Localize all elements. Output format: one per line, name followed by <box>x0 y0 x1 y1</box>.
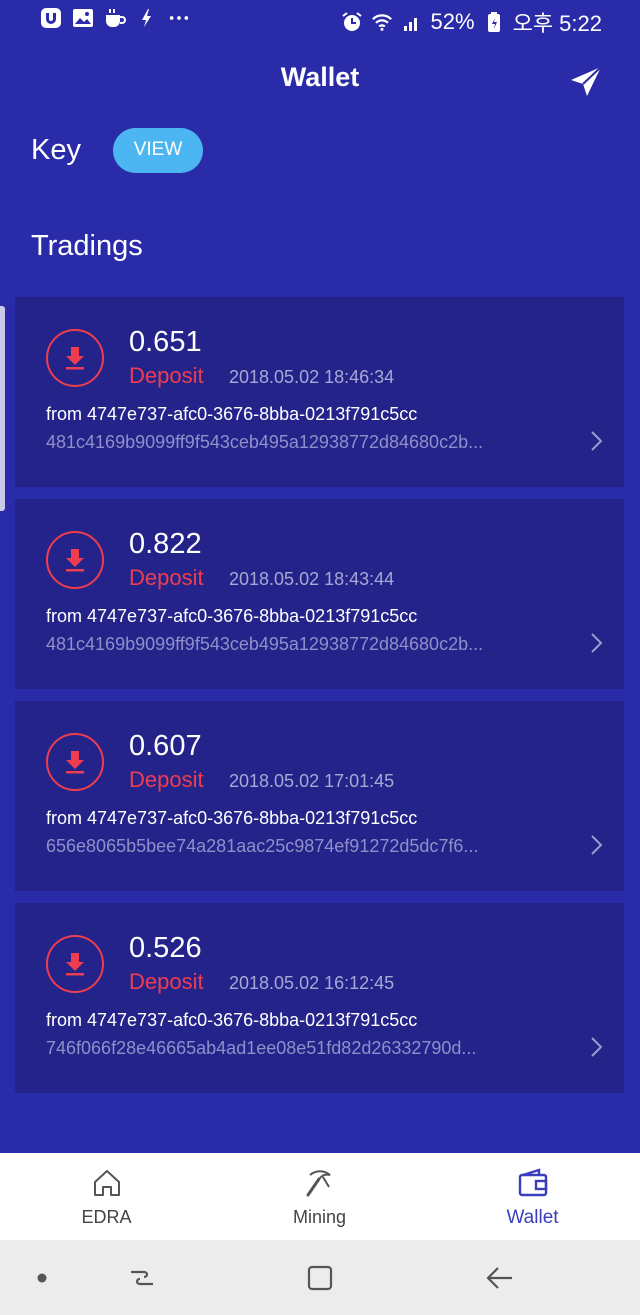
status-system-icons: 52% 오후 5:22 <box>341 6 602 38</box>
trading-type: Deposit <box>129 767 204 792</box>
trading-card[interactable]: 0.607 Deposit 2018.05.02 17:01:45 from 4… <box>15 701 624 891</box>
send-icon <box>571 66 602 96</box>
back-button[interactable] <box>484 1262 516 1294</box>
download-icon <box>46 733 104 791</box>
key-label: Key <box>31 133 81 166</box>
chevron-right-icon <box>586 1037 606 1057</box>
square-icon <box>307 1265 333 1291</box>
trading-type: Deposit <box>129 969 204 994</box>
chevron-right-icon <box>586 633 606 653</box>
trading-hash: 656e8065b5bee74a281aac25c9874ef91272d5dc… <box>46 836 479 856</box>
trading-card[interactable]: 0.822 Deposit 2018.05.02 18:43:44 from 4… <box>15 499 624 689</box>
trading-amount: 0.607 <box>129 730 202 762</box>
scrollbar[interactable] <box>0 306 5 511</box>
download-icon <box>46 531 104 589</box>
key-row: Key VIEW <box>31 126 203 174</box>
battery-percent: 52% <box>430 9 475 34</box>
send-button[interactable] <box>568 64 604 100</box>
bottom-nav: EDRA Mining Wallet <box>0 1153 640 1240</box>
trading-date: 2018.05.02 18:46:34 <box>229 367 395 387</box>
page-title: Wallet <box>280 62 360 92</box>
section-title-tradings: Tradings <box>31 230 143 262</box>
clock: 오후 5:22 <box>512 11 602 36</box>
nav-label-edra: EDRA <box>81 1207 132 1227</box>
nav-item-mining[interactable]: Mining <box>213 1153 426 1240</box>
nav-label-mining: Mining <box>292 1207 347 1227</box>
alarm-icon <box>341 11 363 33</box>
nav-dot-button[interactable] <box>26 1262 58 1294</box>
status-bar: 52% 오후 5:22 <box>0 0 640 38</box>
nav-item-wallet[interactable]: Wallet <box>426 1153 639 1240</box>
trading-type: Deposit <box>129 565 204 590</box>
status-notification-icons <box>40 7 190 29</box>
trading-date: 2018.05.02 16:12:45 <box>229 973 395 993</box>
nav-label-wallet: Wallet <box>506 1207 559 1228</box>
trading-card[interactable]: 0.651 Deposit 2018.05.02 18:46:34 from 4… <box>15 297 624 487</box>
download-icon <box>46 329 104 387</box>
image-icon <box>72 7 94 29</box>
battery-icon <box>483 11 505 33</box>
more-icon <box>168 7 190 29</box>
trading-amount: 0.651 <box>129 326 202 358</box>
coffee-icon <box>104 7 126 29</box>
trading-hash: 746f066f28e46665ab4ad1ee08e51fd82d263327… <box>46 1038 477 1058</box>
trading-from: from 4747e737-afc0-3676-8bba-0213f791c5c… <box>46 606 418 626</box>
app-header: Wallet <box>0 58 640 98</box>
chevron-right-icon <box>586 431 606 451</box>
recents-button[interactable] <box>126 1262 158 1294</box>
trading-date: 2018.05.02 17:01:45 <box>229 771 395 791</box>
chevron-right-icon <box>586 835 606 855</box>
wifi-icon <box>371 11 393 33</box>
trading-type: Deposit <box>129 363 204 388</box>
view-key-button[interactable]: VIEW <box>112 127 203 173</box>
nav-item-edra[interactable]: EDRA <box>0 1153 213 1240</box>
trading-hash: 481c4169b9099ff9f543ceb495a12938772d8468… <box>46 634 484 654</box>
trading-from: from 4747e737-afc0-3676-8bba-0213f791c5c… <box>46 404 418 424</box>
app-icon <box>40 7 62 29</box>
dot-icon <box>37 1273 47 1283</box>
trading-card[interactable]: 0.526 Deposit 2018.05.02 16:12:45 from 4… <box>15 903 624 1093</box>
trading-date: 2018.05.02 18:43:44 <box>229 569 395 589</box>
trading-hash: 481c4169b9099ff9f543ceb495a12938772d8468… <box>46 432 484 452</box>
download-icon <box>46 935 104 993</box>
home-button[interactable] <box>304 1262 336 1294</box>
trading-from: from 4747e737-afc0-3676-8bba-0213f791c5c… <box>46 808 418 828</box>
wallet-icon <box>517 1167 549 1199</box>
back-arrow-icon <box>486 1267 512 1289</box>
pickaxe-icon <box>304 1167 336 1199</box>
tradings-list: 0.651 Deposit 2018.05.02 18:46:34 from 4… <box>15 297 624 1105</box>
home-icon <box>91 1167 123 1199</box>
flash-icon <box>136 7 158 29</box>
signal-icon <box>401 11 423 33</box>
trading-from: from 4747e737-afc0-3676-8bba-0213f791c5c… <box>46 1010 418 1030</box>
trading-amount: 0.822 <box>129 528 202 560</box>
system-nav-bar <box>0 1240 640 1315</box>
trading-amount: 0.526 <box>129 932 202 964</box>
recents-icon <box>131 1270 153 1286</box>
